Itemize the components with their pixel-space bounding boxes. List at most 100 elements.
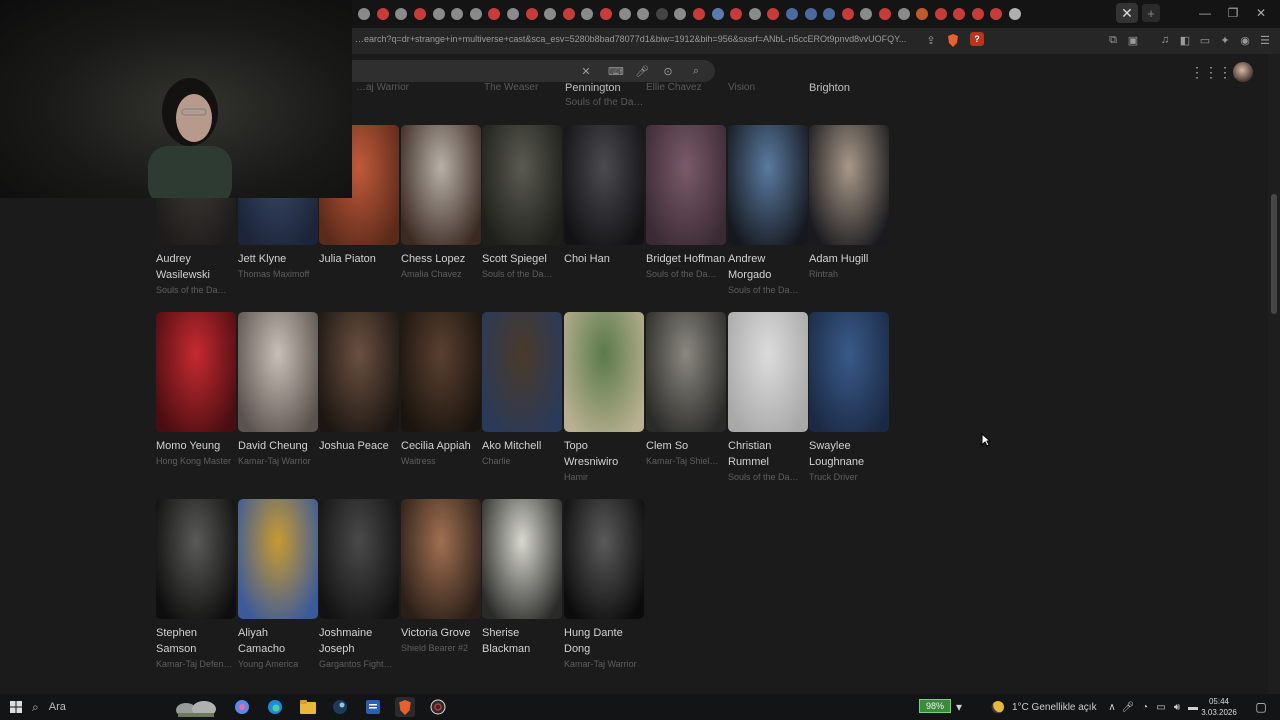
prev-row-name[interactable]: Brighton bbox=[809, 82, 850, 94]
browser-tab[interactable] bbox=[522, 4, 541, 24]
tab-close-button[interactable]: ✕ bbox=[1116, 3, 1138, 23]
browser-tab[interactable] bbox=[708, 4, 727, 24]
cast-card[interactable]: Adam Hugill Rintrah bbox=[809, 125, 889, 281]
cast-name[interactable]: Joshmaine Joseph bbox=[319, 625, 399, 657]
cast-name[interactable]: Swaylee Loughnane bbox=[809, 438, 889, 470]
browser-tab[interactable] bbox=[987, 4, 1006, 24]
cast-card[interactable]: Momo Yeung Hong Kong Master bbox=[156, 312, 236, 468]
browser-tab[interactable] bbox=[727, 4, 746, 24]
browser-tab[interactable] bbox=[429, 4, 448, 24]
browser-tab[interactable] bbox=[615, 4, 634, 24]
browser-tab[interactable] bbox=[1006, 4, 1025, 24]
cast-card[interactable]: Cecilia Appiah Waitress bbox=[401, 312, 481, 468]
copilot-icon[interactable] bbox=[232, 697, 252, 717]
cast-photo[interactable] bbox=[809, 312, 889, 432]
keyboard-icon[interactable]: ⌨ bbox=[608, 63, 624, 79]
cast-photo[interactable] bbox=[482, 499, 562, 619]
browser-tab[interactable] bbox=[838, 4, 857, 24]
edge-icon[interactable] bbox=[265, 697, 285, 717]
volume-icon[interactable]: 🔊︎ bbox=[1170, 697, 1184, 717]
browser-tab[interactable] bbox=[653, 4, 672, 24]
brave-shield-icon[interactable] bbox=[946, 33, 960, 47]
prev-row-name[interactable]: Pennington bbox=[565, 82, 621, 94]
cast-name[interactable]: Clem So bbox=[646, 438, 726, 454]
cast-card[interactable]: Chess Lopez Amalia Chavez bbox=[401, 125, 481, 281]
obs-icon[interactable] bbox=[428, 697, 448, 717]
wallet-icon[interactable]: ▭ bbox=[1198, 33, 1212, 47]
cast-card[interactable]: Topo Wresniwiro Hamir bbox=[564, 312, 644, 484]
cast-name[interactable]: Hung Dante Dong bbox=[564, 625, 644, 657]
minimize-icon[interactable]: — bbox=[1192, 4, 1218, 22]
browser-tab[interactable] bbox=[597, 4, 616, 24]
cast-name[interactable]: Momo Yeung bbox=[156, 438, 236, 454]
browser-tab[interactable] bbox=[690, 4, 709, 24]
browser-tab[interactable] bbox=[671, 4, 690, 24]
browser-tab[interactable] bbox=[355, 4, 374, 24]
url-field[interactable]: …earch?q=dr+strange+in+multiverse+cast&s… bbox=[355, 34, 915, 44]
media-icon[interactable]: ♫ bbox=[1158, 33, 1172, 47]
clock[interactable]: 05:44 3.03.2026 bbox=[1196, 696, 1242, 718]
cast-card[interactable]: Swaylee Loughnane Truck Driver bbox=[809, 312, 889, 484]
browser-tab[interactable] bbox=[764, 4, 783, 24]
battery-indicator[interactable]: 98% bbox=[919, 699, 951, 713]
cast-photo[interactable] bbox=[238, 499, 318, 619]
cast-name[interactable]: Scott Spiegel bbox=[482, 251, 562, 267]
cast-name[interactable]: Topo Wresniwiro bbox=[564, 438, 644, 470]
sidebar-icon[interactable]: ◧ bbox=[1178, 33, 1192, 47]
cast-photo[interactable] bbox=[238, 312, 318, 432]
leo-ai-icon[interactable]: ✦ bbox=[1218, 33, 1232, 47]
cast-photo[interactable] bbox=[646, 125, 726, 245]
cast-photo[interactable] bbox=[482, 312, 562, 432]
microphone-icon[interactable]: 🎤︎ bbox=[634, 63, 650, 79]
file-explorer-icon[interactable] bbox=[298, 697, 318, 717]
cast-name[interactable]: Andrew Morgado bbox=[728, 251, 808, 283]
cast-card[interactable]: Hung Dante Dong Kamar-Taj Warrior bbox=[564, 499, 644, 671]
scrollbar-thumb[interactable] bbox=[1271, 194, 1277, 314]
cast-photo[interactable] bbox=[401, 125, 481, 245]
browser-tab[interactable] bbox=[894, 4, 913, 24]
cast-name[interactable]: Ako Mitchell bbox=[482, 438, 562, 454]
cast-name[interactable]: Chess Lopez bbox=[401, 251, 481, 267]
cast-photo[interactable] bbox=[809, 125, 889, 245]
browser-tab[interactable] bbox=[969, 4, 988, 24]
share-icon[interactable]: ⇪ bbox=[924, 33, 938, 47]
cast-name[interactable]: Adam Hugill bbox=[809, 251, 889, 267]
cast-name[interactable]: Victoria Grove bbox=[401, 625, 481, 641]
word-icon[interactable] bbox=[363, 697, 383, 717]
brave-rewards-icon[interactable]: ? bbox=[970, 32, 984, 46]
cast-photo[interactable] bbox=[482, 125, 562, 245]
notifications-icon[interactable]: ▢ bbox=[1251, 697, 1271, 717]
brave-icon[interactable] bbox=[395, 697, 415, 717]
cast-photo[interactable] bbox=[564, 312, 644, 432]
clear-icon[interactable]: ✕ bbox=[578, 63, 594, 79]
browser-tab[interactable] bbox=[857, 4, 876, 24]
browser-tab[interactable] bbox=[783, 4, 802, 24]
browser-tab[interactable] bbox=[467, 4, 486, 24]
weather-widget[interactable]: 1°C Genellikle açık bbox=[990, 697, 1097, 717]
cast-name[interactable]: David Cheung bbox=[238, 438, 318, 454]
browser-tab[interactable] bbox=[560, 4, 579, 24]
cast-card[interactable]: Christian Rummel Souls of the Da… bbox=[728, 312, 808, 484]
search-input[interactable]: ✕ ⌨ 🎤︎ ⊙ ⌕ bbox=[300, 60, 715, 82]
browser-tab[interactable] bbox=[950, 4, 969, 24]
menu-icon[interactable]: ☰ bbox=[1258, 33, 1272, 47]
cast-name[interactable]: Aliyah Camacho bbox=[238, 625, 318, 657]
cast-card[interactable]: Ako Mitchell Charlie bbox=[482, 312, 562, 468]
browser-tab[interactable] bbox=[541, 4, 560, 24]
browser-tab[interactable] bbox=[820, 4, 839, 24]
browser-tab[interactable] bbox=[485, 4, 504, 24]
avatar[interactable] bbox=[1233, 62, 1253, 82]
network-icon[interactable]: ◔ bbox=[1138, 697, 1152, 717]
cast-card[interactable]: Choi Han bbox=[564, 125, 644, 268]
browser-tab[interactable] bbox=[801, 4, 820, 24]
browser-tab[interactable] bbox=[931, 4, 950, 24]
cast-photo[interactable] bbox=[401, 499, 481, 619]
maximize-icon[interactable]: ❐ bbox=[1220, 4, 1246, 22]
cast-card[interactable]: Sherise Blackman bbox=[482, 499, 562, 658]
cast-name[interactable]: Sherise Blackman bbox=[482, 625, 562, 657]
cast-photo[interactable] bbox=[401, 312, 481, 432]
cast-card[interactable]: Scott Spiegel Souls of the Da… bbox=[482, 125, 562, 281]
cast-card[interactable]: Victoria Grove Shield Bearer #2 bbox=[401, 499, 481, 655]
cast-card[interactable]: Joshmaine Joseph Gargantos Fight… bbox=[319, 499, 399, 671]
extensions-icon[interactable]: ⧉ bbox=[1106, 33, 1120, 47]
